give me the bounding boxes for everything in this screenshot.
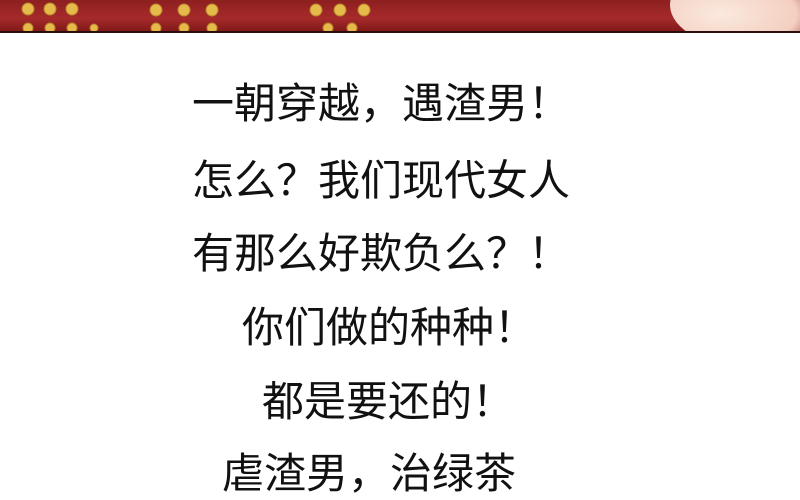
text-line-2: 怎么？我们现代女人 [192,156,571,205]
text-line-5: 都是要还的！ [262,377,515,426]
text-line-3: 有那么好欺负么？！ [192,229,571,278]
text-line-6: 虐渣男，治绿茶 [222,449,517,498]
text-line-4: 你们做的种种！ [242,303,537,352]
text-line-1: 一朝穿越，遇渣男！ [192,79,571,128]
story-text: 一朝穿越，遇渣男！ 怎么？我们现代女人 有那么好欺负么？！ 你们做的种种！ 都是… [0,0,800,498]
